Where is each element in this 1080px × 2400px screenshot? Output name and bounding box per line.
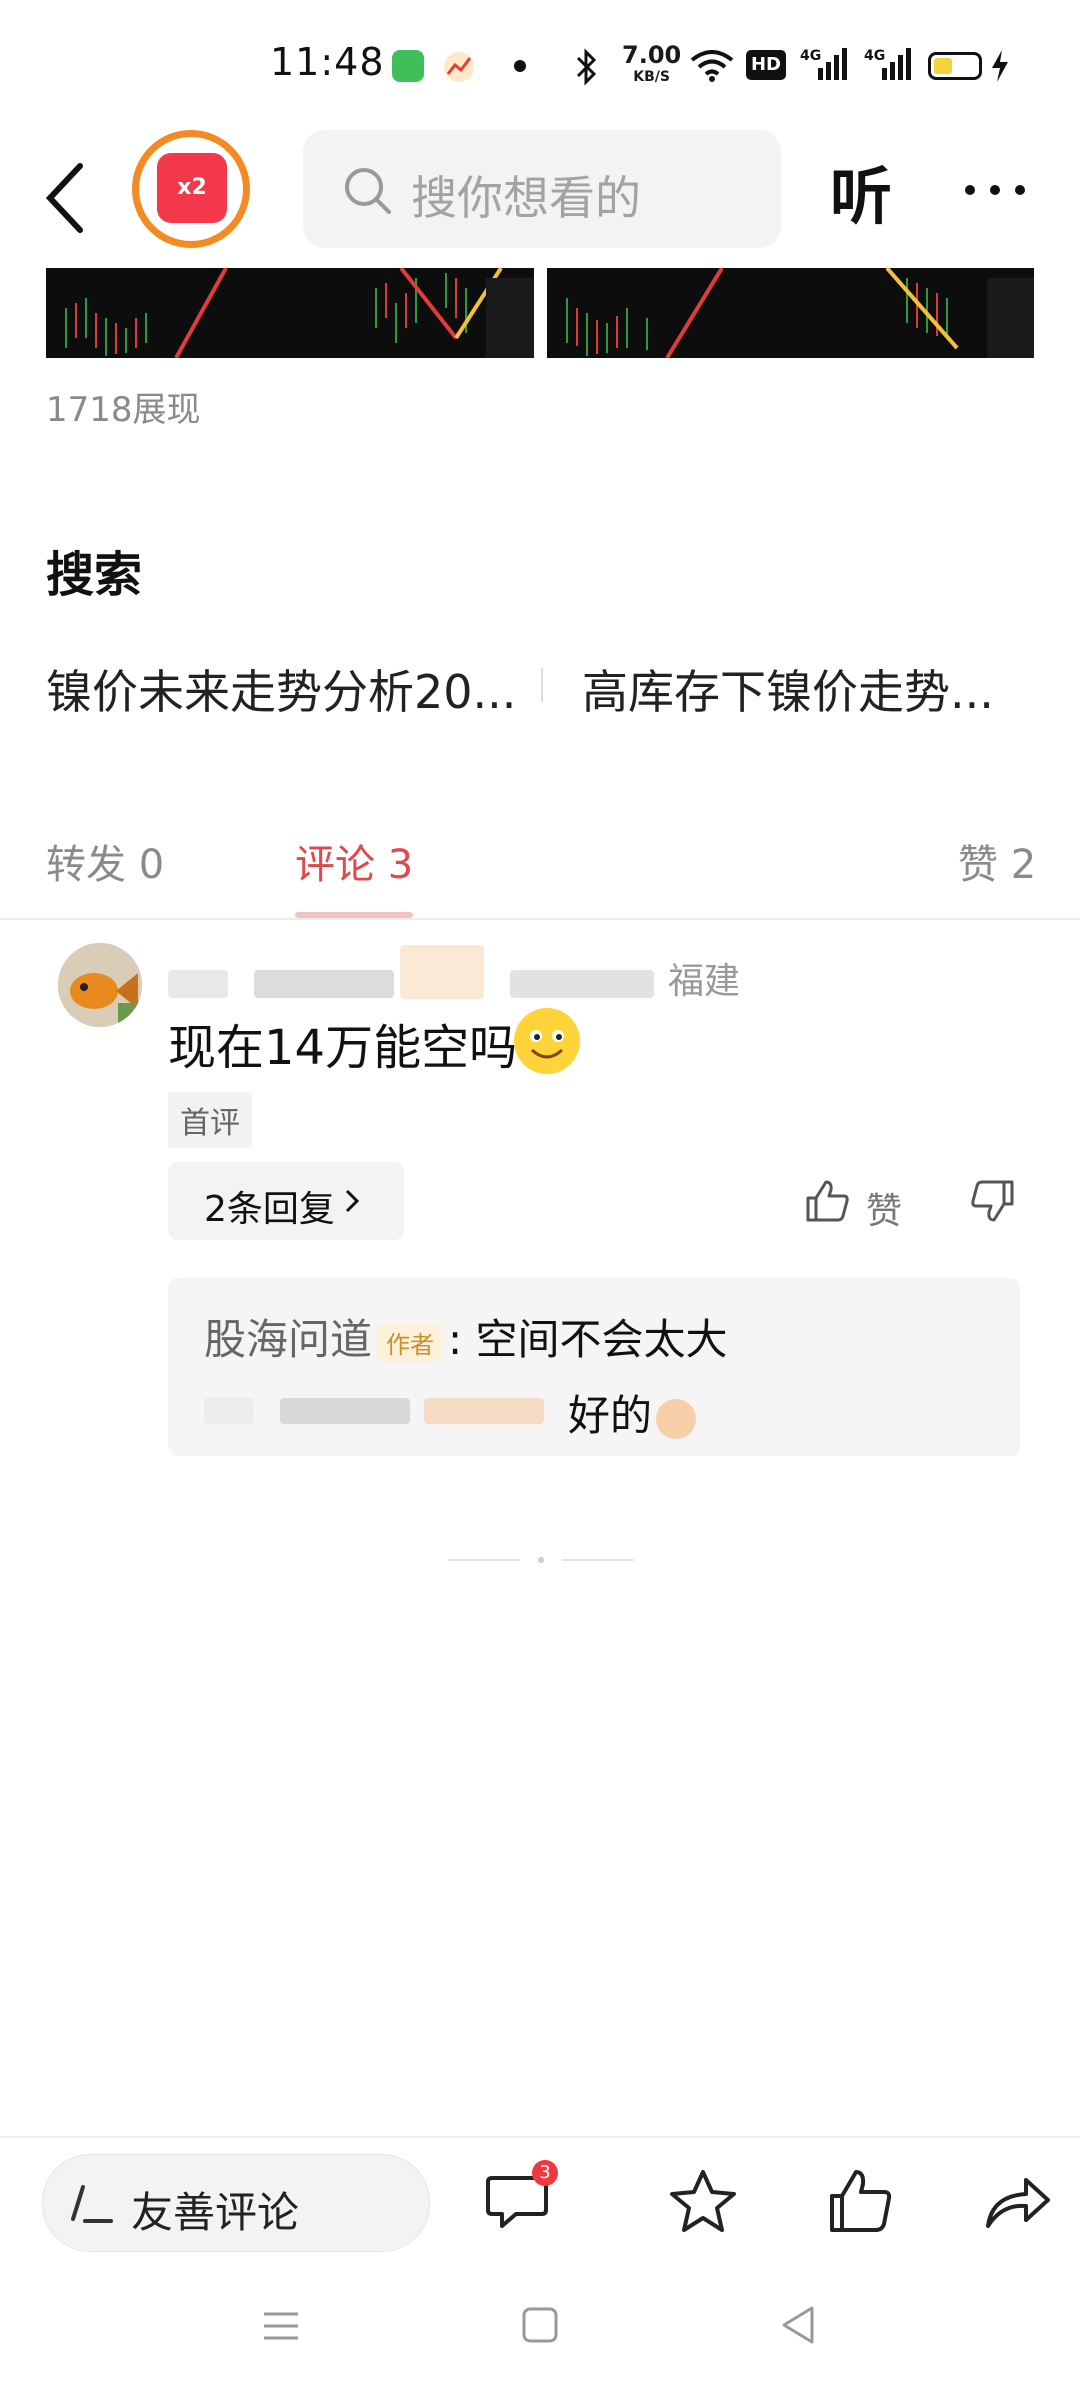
impressions-count: 1718展现 [46, 390, 201, 430]
tab-likes[interactable]: 赞 2 [958, 832, 1036, 890]
pen-icon [71, 2185, 113, 2223]
home-square-icon [522, 2307, 558, 2343]
back-arrow-icon [45, 163, 83, 233]
username-blurred [204, 1398, 254, 1424]
comment-input-label: 友善评论 [131, 2188, 300, 2237]
tab-reposts[interactable]: 转发 0 [46, 832, 164, 890]
star-icon [670, 2170, 736, 2232]
share-button[interactable] [982, 2166, 1052, 2236]
thumbs-down-icon [971, 1180, 1014, 1222]
more-icon [965, 185, 1025, 195]
divider [0, 2136, 1080, 2138]
search-input[interactable]: 搜你想看的 [303, 130, 781, 248]
author-tag: 作者 [378, 1323, 443, 1362]
reply-author-name[interactable]: 股海问道 [204, 1315, 372, 1364]
menu-nav-button[interactable] [256, 2300, 306, 2350]
view-replies-label: 2条回复 [204, 1189, 335, 1230]
messages-icon [392, 50, 424, 82]
kline-chart-image [566, 268, 1034, 358]
charging-icon [990, 50, 1010, 86]
search-suggestion[interactable]: 高库存下镍价走势... [582, 656, 994, 722]
first-comment-tag: 首评 [168, 1092, 252, 1148]
like-label[interactable]: 赞 [866, 1182, 902, 1234]
post-image-chart[interactable] [46, 268, 534, 358]
top-header: x2 搜你想看的 听 [0, 120, 1080, 270]
search-suggestion[interactable]: 镍价未来走势分析20... [46, 656, 516, 722]
reply-text: : 空间不会太大 [448, 1315, 728, 1364]
tab-comments[interactable]: 评论 3 [295, 832, 413, 890]
menu-icon [264, 2312, 298, 2340]
smile-emoji-icon [514, 1008, 580, 1074]
reply-item: 好的 [568, 1382, 697, 1443]
share-arrow-icon [986, 2178, 1050, 2228]
signal-4g-icon: 4G [864, 46, 912, 86]
battery-icon [928, 52, 982, 80]
back-button[interactable] [40, 158, 100, 238]
bluetooth-icon [572, 48, 602, 90]
replies-box[interactable]: 股海问道 作者: 空间不会太大 好的 [168, 1278, 1020, 1456]
more-button[interactable] [960, 180, 1030, 204]
wifi-icon [690, 50, 734, 86]
comment-count-badge: 3 [532, 2160, 558, 2186]
back-nav-button[interactable] [774, 2300, 824, 2350]
red-packet-button[interactable]: x2 [132, 130, 250, 248]
username-blurred [510, 970, 654, 998]
reply-text: 好的 [568, 1391, 653, 1440]
dislike-button[interactable] [970, 1178, 1016, 1228]
dot-icon [514, 60, 526, 72]
status-bar: 11:48 7.00 KB/S HD 4G 4G [0, 0, 1080, 120]
like-button[interactable] [804, 1178, 850, 1228]
goldfish-avatar-icon [58, 943, 142, 1027]
avatar[interactable] [58, 943, 142, 1027]
svg-text:4G: 4G [800, 48, 821, 64]
username-blurred [400, 945, 484, 999]
thumbs-up-icon [806, 1180, 849, 1222]
home-nav-button[interactable] [515, 2300, 565, 2350]
kline-chart-image [65, 268, 534, 358]
listen-button[interactable]: 听 [830, 146, 892, 236]
hd-icon: HD [746, 50, 786, 80]
comment-input[interactable]: 友善评论 [42, 2154, 430, 2252]
red-packet-icon: x2 [157, 153, 227, 223]
signal-4g-icon: 4G [800, 46, 848, 86]
end-of-list-indicator [448, 1548, 634, 1563]
comment-location: 福建 [668, 961, 741, 1002]
favorite-button[interactable] [668, 2166, 738, 2236]
search-placeholder: 搜你想看的 [411, 171, 641, 225]
view-replies-button[interactable]: 2条回复 [168, 1162, 404, 1240]
divider [0, 918, 1080, 920]
username-blurred [254, 970, 394, 998]
status-time: 11:48 [270, 40, 385, 84]
search-icon [345, 168, 391, 214]
search-section-title: 搜索 [46, 547, 143, 603]
stocks-app-icon [442, 50, 476, 84]
ok-hand-emoji-icon [656, 1398, 697, 1439]
post-image-chart[interactable] [547, 268, 1034, 358]
username-blurred[interactable] [168, 970, 228, 998]
chevron-right-icon [345, 1189, 360, 1213]
back-triangle-icon [782, 2306, 814, 2344]
username-blurred [280, 1398, 410, 1424]
username-blurred [424, 1398, 544, 1424]
reply-item: 股海问道 作者: 空间不会太大 [204, 1306, 728, 1367]
comment-text: 现在14万能空吗 [168, 1020, 518, 1076]
like-post-button[interactable] [826, 2166, 896, 2236]
svg-text:4G: 4G [864, 48, 885, 64]
thumbs-up-icon [830, 2170, 892, 2232]
divider [541, 668, 543, 702]
net-speed: 7.00 KB/S [622, 41, 682, 85]
